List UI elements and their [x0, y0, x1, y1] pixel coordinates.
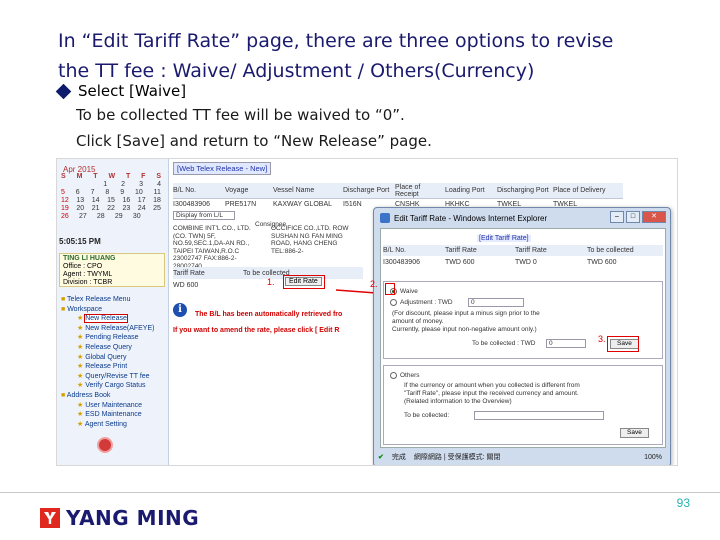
window-controls: – □ ✕	[610, 211, 666, 223]
footer-divider	[0, 492, 720, 493]
status-text: 完成	[391, 454, 406, 461]
others-note-2: "Tariff Rate", please input the received…	[404, 390, 579, 397]
info-icon: i	[173, 303, 187, 317]
discount-note-2: amount of money.	[392, 318, 444, 325]
diamond-bullet-icon	[55, 83, 72, 99]
check-icon: ✔	[378, 454, 384, 461]
bullet-item: Select [Waive]	[55, 82, 187, 100]
display-filter-select[interactable]: Display from L/L	[173, 211, 235, 220]
shipper-info: OCCIFICE CO.,LTD. ROW SUSHAN NG FAN MING…	[271, 225, 349, 255]
menu-item[interactable]: ■ Workspace	[61, 305, 167, 315]
logo-text: YANG MING	[66, 506, 200, 530]
user-info-box: TING LI HUANG Office : CPO Agent : TWYML…	[59, 253, 165, 287]
step-2-label: 2.	[370, 279, 378, 289]
menu-item[interactable]: ★ New Release(AFEYE)	[61, 324, 167, 334]
main-frame: [Web Telex Release - New] B/L No. Voyage…	[169, 159, 677, 465]
to-be-collected-label: To be collected : TWD	[472, 340, 536, 347]
page-number: 93	[676, 496, 690, 510]
step-3-label: 3.	[598, 334, 606, 344]
user-name: TING LI HUANG	[63, 255, 116, 262]
menu-item[interactable]: ★ Release Query	[61, 343, 167, 353]
adjustment-label: Adjustment : TWD	[400, 299, 453, 306]
office-label: Office : CPO	[63, 263, 103, 270]
others-note-3: (Related information to the Overview)	[404, 398, 512, 405]
slide-title: In “Edit Tariff Rate” page, there are th…	[58, 26, 678, 86]
discount-note-1: (For discount, please input a minus sign…	[392, 310, 540, 317]
division-label: Division : TCBR	[63, 279, 113, 286]
logout-icon[interactable]	[97, 437, 113, 453]
agent-label: Agent : TWYML	[63, 271, 113, 278]
status-zone: 網際網路 | 受保護模式: 關閉	[413, 454, 501, 461]
body-line-1: To be collected TT fee will be waived to…	[76, 106, 405, 124]
menu-item-new-release[interactable]: ★ New Release	[61, 314, 167, 324]
bl-grid-header: B/L No. Voyage Vessel Name Discharge Por…	[173, 183, 623, 199]
highlight-box	[385, 283, 395, 295]
menu-item[interactable]: ★ Global Query	[61, 353, 167, 363]
discount-note-3: Currently, please input non-negative amo…	[392, 326, 537, 333]
retrieved-message: The B/L has been automatically retrieved…	[195, 311, 343, 318]
adjustment-radio[interactable]	[390, 299, 397, 306]
to-be-collected-value: 0	[546, 339, 586, 348]
logo-mark-icon	[40, 508, 60, 528]
dialog-table-header: B/L No. Tariff Rate Tariff Rate To be co…	[383, 245, 663, 256]
bullet-text: Select [Waive]	[78, 82, 187, 100]
calendar-week[interactable]: 26 27 28 29 30	[61, 213, 161, 221]
menu-item[interactable]: ★ Release Print	[61, 362, 167, 372]
waive-adjustment-option: Waive Adjustment : TWD 0 (For discount, …	[383, 281, 663, 359]
slide-title-line-1: In “Edit Tariff Rate” page, there are th…	[58, 30, 614, 52]
minimize-icon[interactable]: –	[610, 211, 624, 223]
highlight-box	[607, 336, 639, 352]
currency-amount-input[interactable]	[474, 411, 604, 420]
calendar-week[interactable]: 19 20 21 22 23 24 25	[61, 205, 161, 213]
dialog-table-row: I300483906 TWD 600 TWD 0 TWD 600	[383, 259, 617, 266]
calendar-week[interactable]: 12 13 14 15 16 17 18	[61, 197, 161, 205]
body-line-2: Click [Save] and return to “New Release”…	[76, 132, 432, 150]
dialog-title: Edit Tariff Rate - Windows Internet Expl…	[394, 213, 548, 223]
maximize-icon[interactable]: □	[626, 211, 640, 223]
save-button-others[interactable]: Save	[620, 428, 649, 438]
edit-tariff-rate-dialog: Edit Tariff Rate - Windows Internet Expl…	[370, 207, 671, 465]
calendar-weekdays: SMTWTFS	[61, 173, 161, 180]
menu-item[interactable]: ■ Address Book	[61, 391, 167, 401]
menu-item[interactable]: ★ Query/Revise TT fee	[61, 372, 167, 382]
tab-web-telex-release[interactable]: [Web Telex Release - New]	[173, 162, 272, 175]
menu-item[interactable]: ■ Telex Release Menu	[61, 295, 167, 305]
ie-icon	[380, 213, 390, 223]
calendar-week[interactable]: 1234	[61, 181, 161, 189]
adjustment-amount-input[interactable]: 0	[468, 298, 524, 307]
others-note-1: If the currency or amount when you colle…	[404, 382, 580, 389]
close-icon[interactable]: ✕	[642, 211, 666, 223]
menu-item[interactable]: ★ Agent Setting	[61, 420, 167, 430]
others-radio[interactable]	[390, 372, 397, 379]
menu-item[interactable]: ★ Pending Release	[61, 333, 167, 343]
company-logo: YANG MING	[40, 506, 199, 530]
zoom-level[interactable]: 100%	[644, 454, 662, 461]
step-1-label: 1.	[267, 277, 275, 287]
left-panel: Apr 2015 SMTWTFS 1234 5 6 7 8 9 10 11 12 13 14 15…	[57, 159, 169, 465]
menu-item[interactable]: ★ Verify Cargo Status	[61, 381, 167, 391]
dialog-heading: [Edit Tariff Rate]	[477, 235, 531, 242]
calendar: SMTWTFS 1234 5 6 7 8 9 10 11 12 13 14 15 16 17 18 19…	[61, 173, 161, 221]
sidebar-menu: ■ Telex Release Menu ■ Workspace ★ New R…	[61, 295, 167, 429]
status-bar: ✔ 完成 網際網路 | 受保護模式: 關閉 100%	[374, 448, 670, 465]
others-label: Others	[400, 372, 420, 379]
calendar-week[interactable]: 5 6 7 8 9 10 11	[61, 189, 161, 197]
to-be-collected-label-2: To be collected:	[404, 412, 450, 419]
amend-message: If you want to amend the rate, please cl…	[173, 327, 340, 334]
dialog-body: [Edit Tariff Rate] B/L No. Tariff Rate T…	[370, 228, 666, 448]
menu-item[interactable]: ★ ESD Maintenance	[61, 410, 167, 420]
app-screenshot: Apr 2015 SMTWTFS 1234 5 6 7 8 9 10 11 12 13 14 15…	[56, 158, 678, 466]
others-option: Others If the currency or amount when yo…	[383, 365, 663, 445]
waive-label: Waive	[400, 288, 418, 295]
clock: 5:05:15 PM	[59, 237, 101, 246]
menu-item[interactable]: ★ User Maintenance	[61, 401, 167, 411]
highlight-box	[283, 275, 325, 289]
